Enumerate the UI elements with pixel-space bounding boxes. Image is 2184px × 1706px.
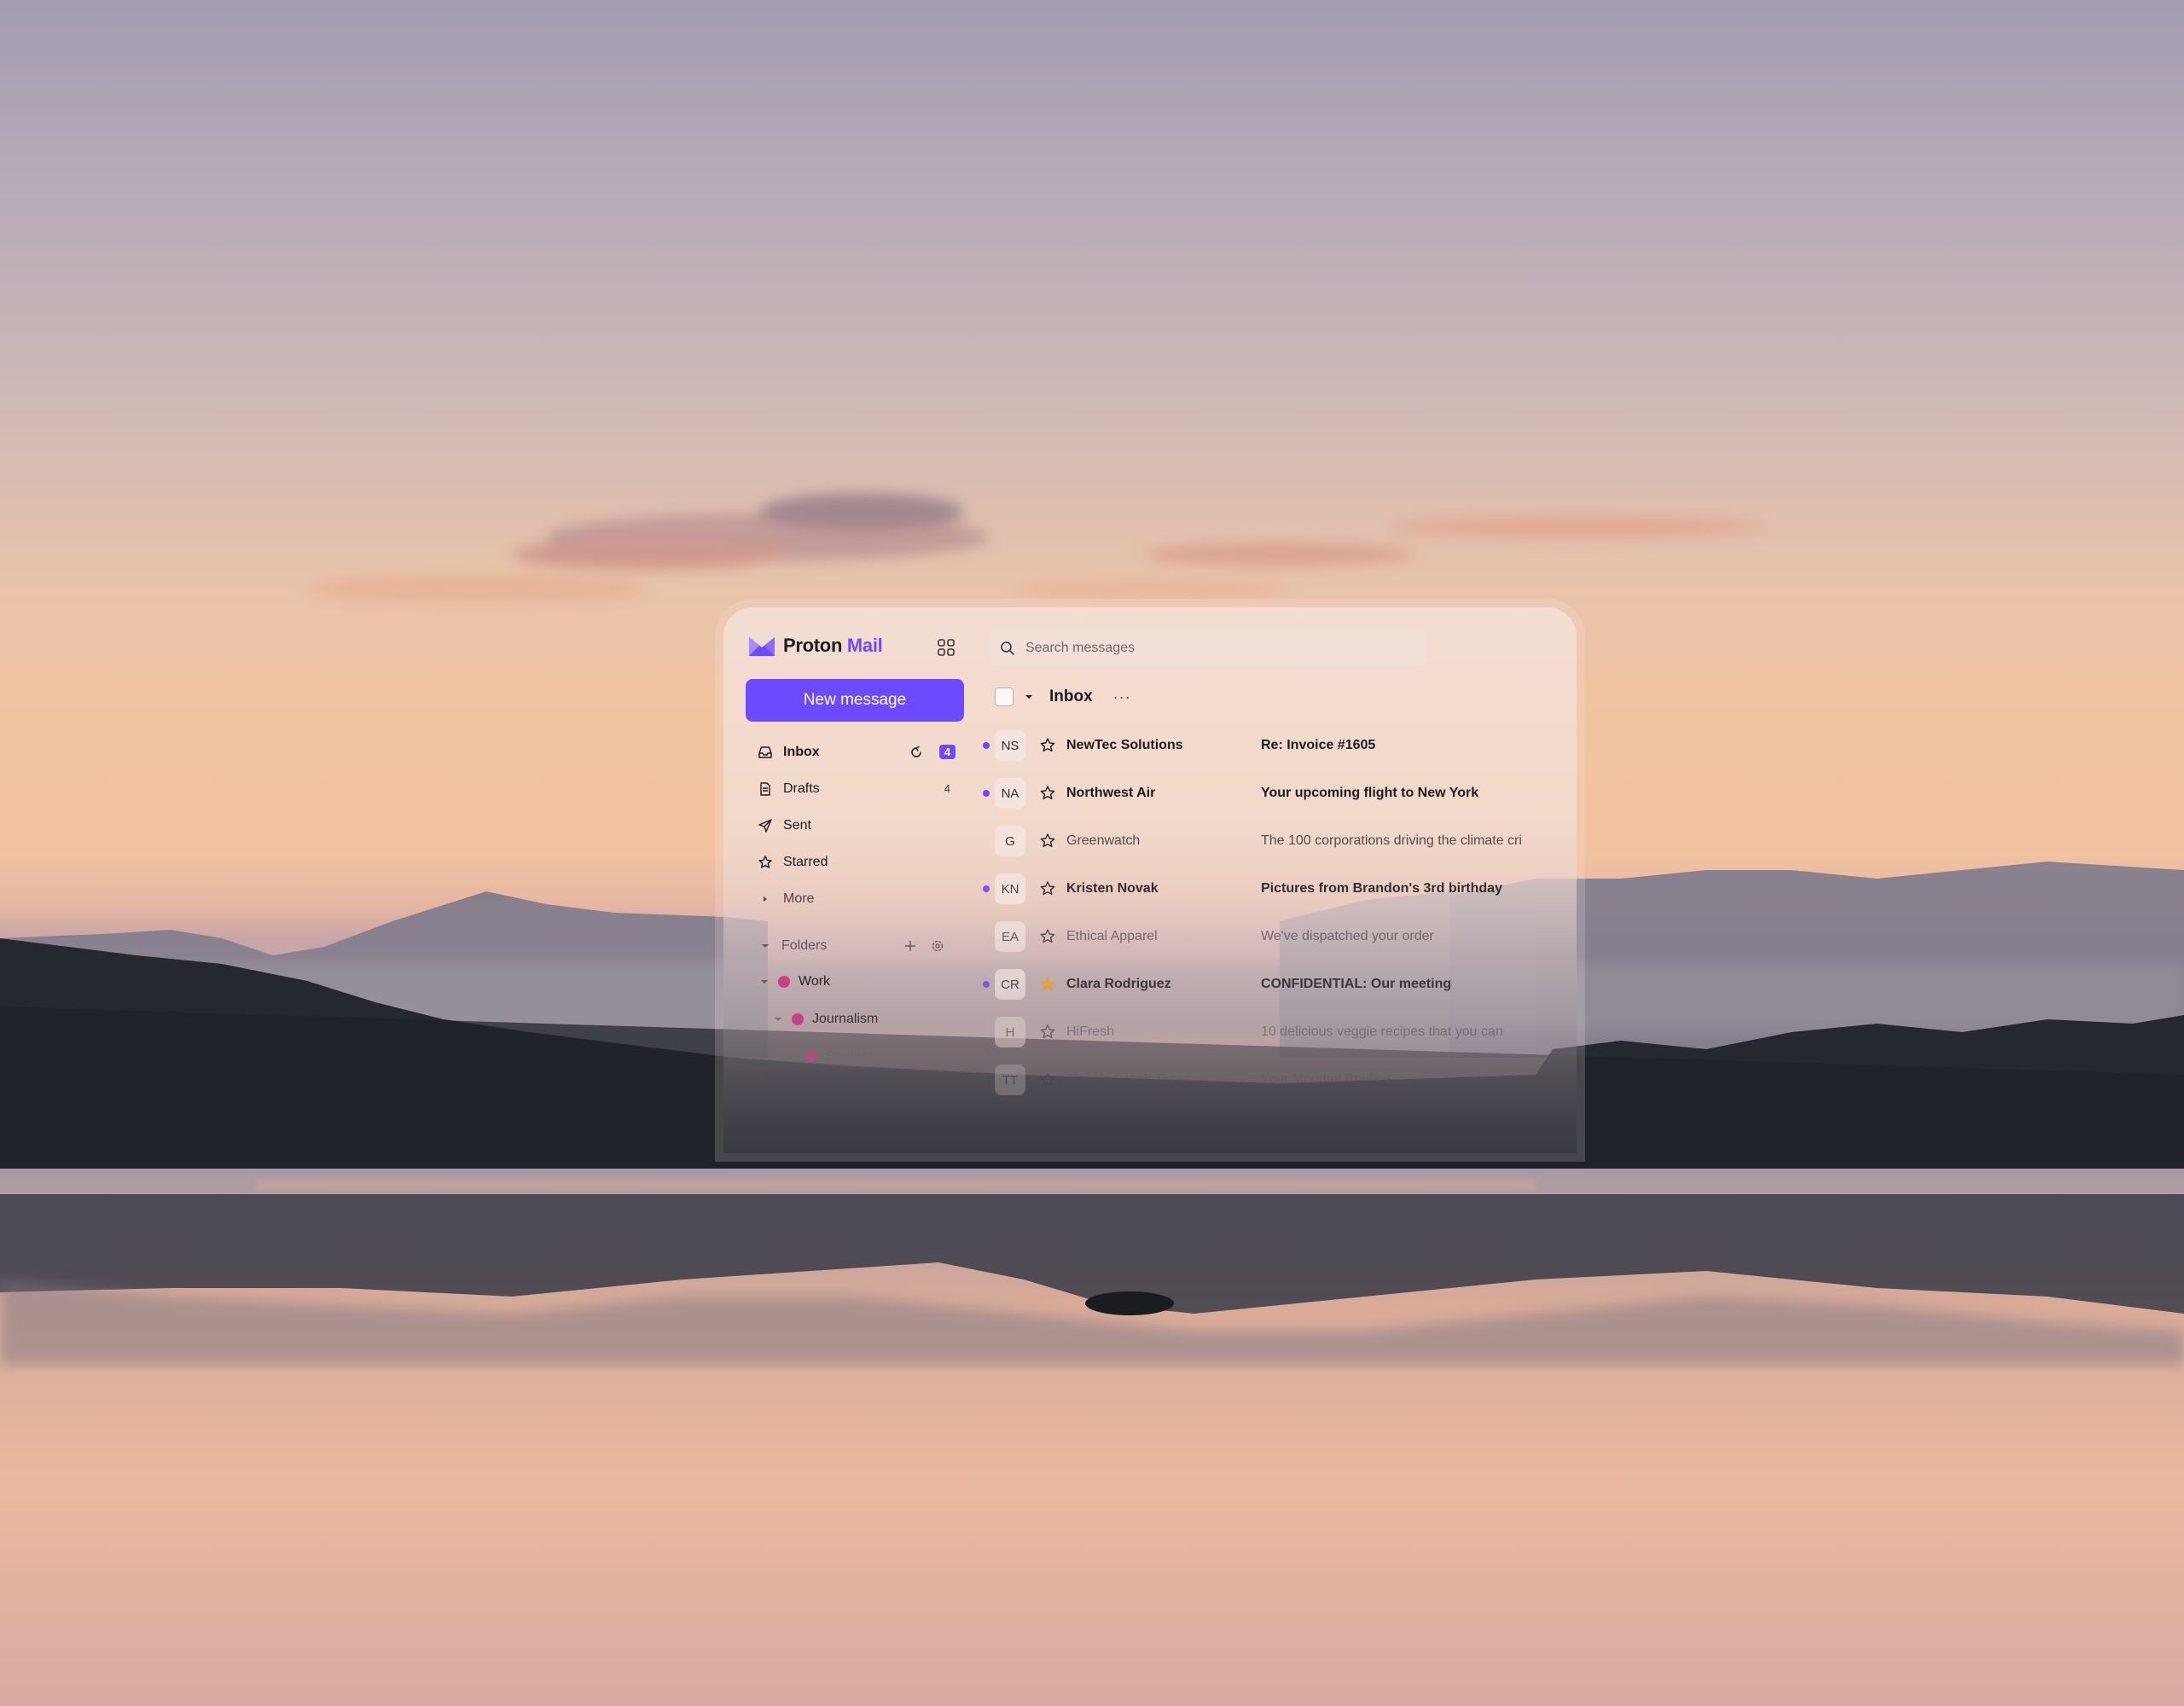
message-list: NS NewTec Solutions Re: Invoice #1605 NA Nor… [978,722,1575,1104]
sidebar-item-label: Drafts [783,780,820,796]
sidebar-item-label: Inbox [783,744,820,759]
chevron-down-icon [775,1018,781,1021]
sender-avatar: KN [995,873,1025,904]
unread-indicator [983,981,990,988]
sender-avatar: EA [995,921,1025,952]
sidebar-item-label: More [783,891,815,906]
sidebar-item-sent[interactable]: Sent [746,807,964,844]
sidebar-item-drafts[interactable]: Drafts 4 [746,770,964,807]
star-icon[interactable] [1039,928,1056,945]
sender-avatar: NS [995,730,1025,761]
drafts-count: 4 [944,782,950,795]
message-sender: Kristen Novak [1066,881,1159,896]
folders-label: Folders [781,938,828,953]
message-row[interactable]: TT The New York Times Your Monday Briefing [978,1056,1575,1104]
folder-item-work[interactable]: Work [758,974,830,989]
message-subject: Your Monday Briefing [1261,1072,1391,1087]
search-bar[interactable] [988,631,1426,665]
unread-indicator [983,790,990,797]
message-pane: Inbox ··· NS NewTec Solutions Re: Invoice … [978,607,1577,1153]
folder-color-dot [778,976,790,988]
proton-mail-logo-icon [749,637,775,656]
message-sender: Ethical Apparel [1066,929,1158,943]
star-icon[interactable] [1039,1071,1056,1088]
star-icon[interactable] [1039,1024,1056,1041]
message-sender: Northwest Air [1066,786,1156,800]
brand-logo[interactable]: Proton Mail [749,635,883,657]
unread-indicator [983,742,990,749]
message-sender: HiFresh [1066,1024,1115,1039]
message-sender: The New York Times [1066,1072,1192,1087]
star-icon[interactable] [1039,976,1056,993]
more-options-button[interactable]: ··· [1113,688,1131,706]
star-icon[interactable] [1039,880,1056,897]
message-sender: Greenwatch [1066,833,1141,848]
gear-icon[interactable] [930,938,945,954]
plus-icon[interactable] [903,938,918,954]
sender-avatar: CR [995,969,1025,1000]
search-icon [1001,641,1014,655]
new-message-button[interactable]: New message [746,679,964,722]
sidebar-item-inbox[interactable]: Inbox 4 [746,734,964,770]
sidebar: Proton Mail New message Inbox 4 Drafts 4… [723,607,964,1153]
message-row[interactable]: CR Clara Rodriguez CONFIDENTIAL: Our meeti… [978,960,1575,1008]
caret-down-icon[interactable] [1024,692,1034,702]
folder-label: Work [799,974,831,989]
message-subject: We've dispatched your order [1261,929,1434,943]
message-row[interactable]: NS NewTec Solutions Re: Invoice #1605 [978,722,1575,769]
folders-header[interactable]: Folders [758,938,962,954]
chevron-down-icon [762,944,769,948]
message-row[interactable]: EA Ethical Apparel We've dispatched your o… [978,913,1575,960]
star-icon [758,855,773,870]
unread-count-badge: 4 [938,745,956,759]
message-row[interactable]: NA Northwest Air Your upcoming flight to N… [978,769,1575,817]
list-toolbar: Inbox ··· [995,688,1131,706]
message-subject: The 100 corporations driving the climate… [1261,833,1522,848]
folder-color-dot [805,1051,817,1063]
mail-app-window: Proton Mail New message Inbox 4 Drafts 4… [723,607,1577,1153]
folder-item-journalism[interactable]: Journalism [771,1012,878,1027]
chevron-down-icon [761,980,768,984]
chevron-right-icon [758,891,773,907]
nav-list: Inbox 4 Drafts 4 Sent Starred More [746,734,964,917]
sender-avatar: G [995,826,1025,856]
message-subject: 10 delicious veggie recipes that you can [1261,1024,1503,1039]
folder-label: Stories [826,1049,868,1064]
search-input[interactable] [1024,640,1403,657]
sidebar-item-label: Sent [783,817,811,833]
message-row[interactable]: H HiFresh 10 delicious veggie recipes that… [978,1008,1575,1056]
star-icon[interactable] [1039,833,1056,850]
brand-name: Proton Mail [783,635,883,656]
message-subject: CONFIDENTIAL: Our meeting [1261,977,1452,991]
folder-item-stories[interactable]: Stories [805,1049,868,1065]
sender-avatar: NA [995,778,1025,809]
sidebar-item-label: Starred [783,854,828,869]
sidebar-item-starred[interactable]: Starred [746,844,964,880]
star-icon[interactable] [1039,737,1056,754]
sidebar-item-more[interactable]: More [746,880,964,917]
message-subject: Your upcoming flight to New York [1261,786,1479,800]
list-title: Inbox [1049,688,1093,705]
inbox-icon [758,745,773,760]
folder-color-dot [792,1013,804,1025]
app-grid-icon[interactable] [937,638,956,657]
file-icon [758,781,773,797]
message-row[interactable]: KN Kristen Novak Pictures from Brandon's 3… [978,865,1575,913]
folder-label: Journalism [812,1012,879,1026]
paper-plane-icon [758,818,773,833]
select-all-checkbox[interactable] [995,688,1014,706]
unread-indicator [983,885,990,892]
message-subject: Pictures from Brandon's 3rd birthday [1261,881,1502,896]
message-sender: NewTec Solutions [1066,738,1183,752]
message-sender: Clara Rodriguez [1066,977,1171,991]
message-subject: Re: Invoice #1605 [1261,738,1376,752]
sender-avatar: TT [995,1065,1025,1095]
message-row[interactable]: G Greenwatch The 100 corporations driving … [978,817,1575,865]
star-icon[interactable] [1039,785,1056,802]
sender-avatar: H [995,1017,1025,1047]
refresh-icon[interactable] [909,746,923,759]
